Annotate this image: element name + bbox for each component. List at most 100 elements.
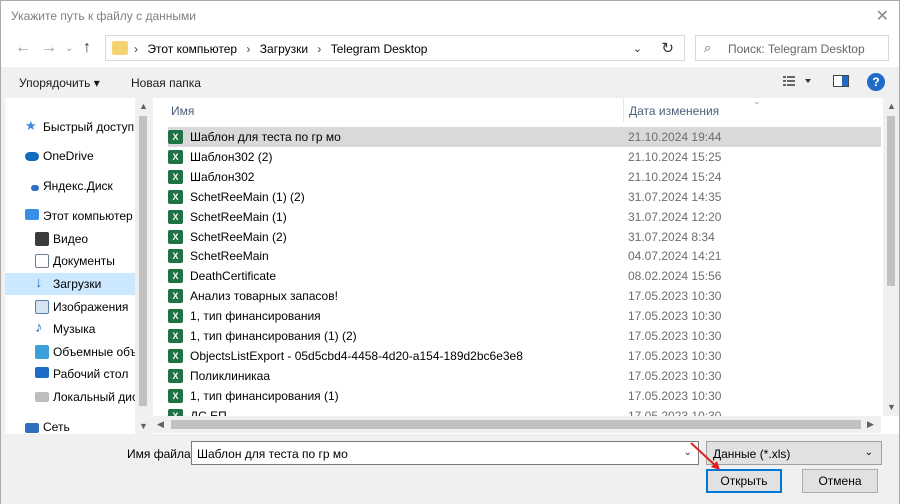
sidebar-scrollbar[interactable]: ▲ ▼ — [135, 98, 151, 434]
file-row[interactable]: X SchetReeMain (1) 31.07.2024 12:20 — [168, 207, 881, 227]
file-type-select[interactable]: Данные (*.xls) ⌄ — [706, 441, 882, 465]
file-row[interactable]: X Шаблон302 (2) 21.10.2024 15:25 — [168, 147, 881, 167]
file-row[interactable]: X SchetReeMain (1) (2) 31.07.2024 14:35 — [168, 187, 881, 207]
file-list-scrollbar-thumb[interactable] — [887, 116, 895, 286]
excel-file-icon: X — [168, 169, 183, 184]
excel-file-icon: X — [168, 348, 183, 363]
file-row[interactable]: X SchetReeMain (2) 31.07.2024 8:34 — [168, 227, 881, 247]
sidebar-scrollbar-thumb[interactable] — [139, 116, 147, 406]
breadcrumb: › Этот компьютер › Загрузки › Telegram D… — [134, 42, 428, 56]
close-icon[interactable]: ✕ — [876, 6, 889, 26]
file-row[interactable]: X DeathCertificate 08.02.2024 15:56 — [168, 266, 881, 286]
file-name: ObjectsListExport - 05d5cbd4-4458-4d20-a… — [190, 348, 523, 363]
file-date: 04.07.2024 14:21 — [628, 249, 722, 264]
column-header-date[interactable]: Дата изменения — [629, 104, 719, 118]
breadcrumb-item[interactable]: Загрузки — [260, 42, 308, 56]
chevron-down-icon[interactable]: ⌄ — [633, 42, 642, 55]
sidebar-item-label: Локальный дис — [53, 390, 138, 404]
column-divider[interactable] — [623, 98, 624, 122]
file-name: SchetReeMain — [190, 249, 269, 264]
sidebar-item-label: Яндекс.Диск — [43, 179, 113, 193]
file-date: 21.10.2024 19:44 — [628, 130, 722, 144]
address-bar[interactable]: › Этот компьютер › Загрузки › Telegram D… — [105, 35, 685, 61]
search-placeholder: Поиск: Telegram Desktop — [728, 42, 865, 56]
sidebar-item-local-disk[interactable]: Локальный дис — [5, 386, 138, 408]
desktop-icon — [35, 367, 49, 378]
red-arrow-annotation — [690, 442, 720, 470]
breadcrumb-item[interactable]: Telegram Desktop — [331, 42, 428, 56]
file-row[interactable]: X Шаблон302 21.10.2024 15:24 — [168, 167, 881, 187]
excel-file-icon: X — [168, 368, 183, 383]
file-date: 17.05.2023 10:30 — [628, 329, 722, 343]
refresh-icon[interactable]: ↻ — [661, 39, 674, 57]
search-input[interactable]: ⌕ Поиск: Telegram Desktop — [695, 35, 889, 61]
column-header-name[interactable]: Имя — [171, 104, 194, 118]
horizontal-scrollbar[interactable]: ◀ ▶ — [153, 416, 881, 433]
sidebar-item-label: Загрузки — [53, 277, 102, 291]
new-folder-button[interactable]: Новая папка — [131, 76, 201, 90]
recent-locations-chevron-icon[interactable]: ⌄ — [65, 43, 73, 54]
window-title: Укажите путь к файлу с данными — [11, 9, 196, 23]
scroll-down-icon[interactable]: ▼ — [139, 421, 148, 431]
cloud-icon — [25, 152, 39, 161]
cube-icon — [35, 345, 49, 359]
file-list-scrollbar[interactable]: ▲ ▼ — [883, 98, 899, 416]
back-arrow-icon[interactable]: ← — [15, 39, 31, 57]
preview-pane-icon[interactable] — [833, 74, 849, 91]
sidebar-item-label: OneDrive — [43, 149, 94, 163]
cancel-button[interactable]: Отмена — [802, 469, 878, 493]
document-icon — [35, 254, 49, 268]
excel-file-icon: X — [168, 329, 183, 343]
file-row[interactable]: X Анализ товарных запасов! 17.05.2023 10:3… — [168, 286, 881, 306]
file-row[interactable]: X 1, тип финансирования (1) (2) 17.05.2023… — [168, 326, 881, 346]
sidebar-item-desktop[interactable]: Рабочий стол — [5, 363, 138, 385]
sidebar-item-documents[interactable]: Документы — [5, 250, 138, 272]
scroll-down-icon[interactable]: ▼ — [887, 402, 896, 412]
download-icon: ↓ — [35, 274, 43, 291]
filename-input[interactable]: Шаблон для теста по гр мо ⌄ — [191, 441, 699, 465]
sidebar-item-yandex-disk[interactable]: Яндекс.Диск — [5, 175, 138, 197]
file-row[interactable]: X SchetReeMain 04.07.2024 14:21 — [168, 246, 881, 266]
sidebar-item-this-pc[interactable]: Этот компьютер — [5, 205, 138, 227]
video-icon — [35, 232, 49, 246]
file-row[interactable]: X Поликлиникаа 17.05.2023 10:30 — [168, 366, 881, 386]
excel-file-icon: X — [168, 149, 183, 164]
sidebar-item-downloads[interactable]: ↓ Загрузки — [5, 273, 138, 295]
sidebar-item-3d-objects[interactable]: Объемные объ — [5, 341, 138, 363]
sidebar-item-images[interactable]: Изображения — [5, 296, 138, 318]
sidebar-item-video[interactable]: Видео — [5, 228, 138, 250]
file-row[interactable]: X 1, тип финансирования 17.05.2023 10:30 — [168, 306, 881, 326]
scroll-right-icon[interactable]: ▶ — [867, 419, 874, 430]
cloud-icon — [31, 185, 39, 191]
star-icon: ★ — [25, 118, 37, 133]
sidebar-item-onedrive[interactable]: OneDrive — [5, 145, 138, 167]
chevron-down-icon: ⌄ — [864, 447, 873, 458]
file-name: 1, тип финансирования — [190, 309, 321, 324]
view-options-icon[interactable] — [783, 74, 815, 91]
scroll-up-icon[interactable]: ▲ — [139, 101, 148, 111]
organize-menu[interactable]: Упорядочить ▾ — [19, 76, 100, 90]
sidebar-item-label: Объемные объ — [53, 345, 138, 359]
sidebar-item-label: Изображения — [53, 300, 129, 314]
scroll-left-icon[interactable]: ◀ — [157, 419, 164, 430]
breadcrumb-item[interactable]: Этот компьютер — [147, 42, 237, 56]
file-row[interactable]: X 1, тип финансирования (1) 17.05.2023 10:… — [168, 386, 881, 406]
computer-icon — [25, 209, 39, 220]
help-icon[interactable]: ? — [867, 73, 885, 91]
up-arrow-icon[interactable]: ↑ — [83, 39, 91, 57]
sidebar-item-quick-access[interactable]: ★ Быстрый доступ — [5, 116, 138, 138]
file-date: 31.07.2024 14:35 — [628, 189, 722, 204]
horizontal-scrollbar-thumb[interactable] — [171, 420, 861, 429]
file-row[interactable]: X Шаблон для теста по гр мо 21.10.2024 19:… — [168, 127, 881, 147]
file-name: SchetReeMain (1) (2) — [190, 189, 305, 204]
sidebar-item-music[interactable]: ♪ Музыка — [5, 318, 138, 340]
forward-arrow-icon[interactable]: → — [41, 39, 57, 57]
navigation-pane: ★ Быстрый доступ OneDrive Яндекс.Диск Эт… — [5, 98, 151, 434]
excel-file-icon: X — [168, 229, 183, 244]
sidebar-item-network[interactable]: Сеть — [5, 416, 138, 434]
file-list: Имя Дата изменения ⌄ X Шаблон для теста п… — [153, 98, 899, 434]
file-date: 31.07.2024 12:20 — [628, 209, 722, 224]
sort-chevron-icon: ⌄ — [753, 98, 761, 106]
scroll-up-icon[interactable]: ▲ — [887, 101, 896, 111]
file-row[interactable]: X ObjectsListExport - 05d5cbd4-4458-4d20-… — [168, 346, 881, 366]
